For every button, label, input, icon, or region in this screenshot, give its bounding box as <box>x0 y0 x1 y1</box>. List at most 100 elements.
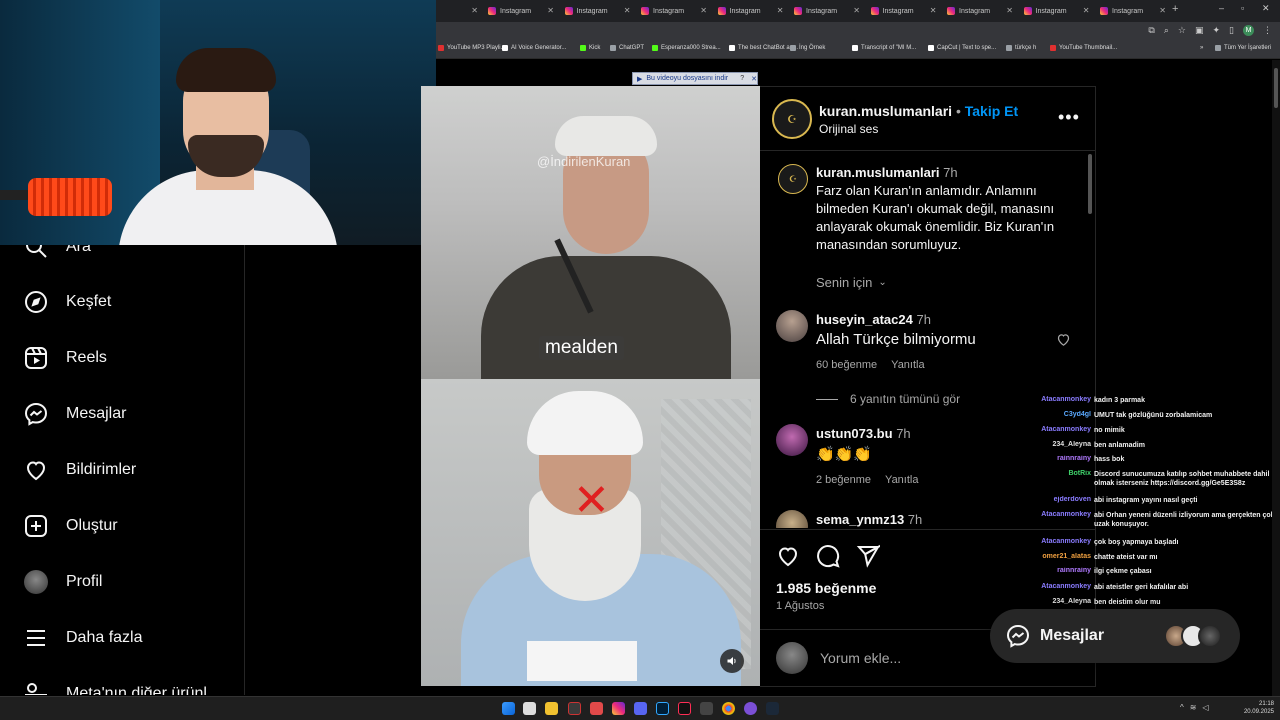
comment-likes[interactable]: 60 beğenme <box>816 359 877 371</box>
install-icon[interactable]: ⧉ <box>1148 25 1154 36</box>
wifi-icon[interactable]: ≋ <box>1190 703 1197 712</box>
reel-video[interactable]: @İndirilenKuran mealden ✕ <box>421 86 760 686</box>
reply-button[interactable]: Yanıtla <box>891 359 924 371</box>
browser-tab[interactable]: Instagram ✕ <box>1018 3 1092 19</box>
commenter-avatar[interactable] <box>776 510 808 528</box>
bookmark-item[interactable]: YouTube MP3 Playli... <box>438 45 506 51</box>
share-icon[interactable] <box>856 544 880 568</box>
post-likes[interactable]: 1.985 beğenme <box>776 580 876 596</box>
bookmark-item[interactable]: CapCut | Text to spe... <box>928 45 996 51</box>
close-window-button[interactable]: ✕ <box>1262 3 1270 14</box>
tiktok-icon[interactable] <box>678 702 691 715</box>
instagram-icon[interactable] <box>612 702 625 715</box>
close-icon[interactable]: ✕ <box>751 75 757 83</box>
close-tab-icon[interactable]: ✕ <box>471 6 478 15</box>
chat-username[interactable]: ejderdoven <box>1028 496 1094 505</box>
scrollbar-thumb[interactable] <box>1274 68 1278 108</box>
close-tab-icon[interactable]: ✕ <box>1159 6 1166 15</box>
comment-username[interactable]: huseyin_atac24 <box>816 312 913 327</box>
browser-tab[interactable]: Instagram ✕ <box>1094 3 1168 19</box>
comment-username[interactable]: ustun073.bu <box>816 426 893 441</box>
chrome-icon[interactable] <box>722 702 735 715</box>
chevron-up-icon[interactable]: ^ <box>1180 703 1184 712</box>
capcut-icon[interactable] <box>700 702 713 715</box>
browser-tab[interactable]: Instagram ✕ <box>482 3 556 19</box>
comment-username[interactable]: sema_ynmz13 <box>816 512 904 527</box>
volume-icon[interactable]: ◁ <box>1202 703 1208 712</box>
chevron-right-icon[interactable]: » <box>1200 45 1203 51</box>
chat-username[interactable]: Atacanmonkey <box>1028 396 1094 405</box>
maximize-button[interactable]: ▫ <box>1241 3 1244 13</box>
chat-username[interactable]: C3yd4gl <box>1028 411 1094 420</box>
caption-username[interactable]: kuran.muslumanlari <box>816 165 940 180</box>
video-download-bar[interactable]: ▶ Bu videoyu dosyasını indir ? ✕ <box>632 72 758 85</box>
star-icon[interactable]: ☆ <box>1178 25 1186 36</box>
chat-username[interactable]: 234_Aleyna <box>1028 598 1094 607</box>
close-tab-icon[interactable]: ✕ <box>624 6 631 15</box>
bookmark-item[interactable]: Esperanza000 Strea... <box>652 45 721 51</box>
app-icon[interactable] <box>744 702 757 715</box>
comment-likes[interactable]: 2 beğenme <box>816 474 871 486</box>
sidebar-item-create[interactable]: Oluştur <box>24 514 118 538</box>
page-scrollbar[interactable] <box>1272 60 1280 696</box>
bookmark-item[interactable]: ChatGPT <box>610 45 644 51</box>
close-tab-icon[interactable]: ✕ <box>700 6 707 15</box>
volume-button[interactable] <box>720 649 744 673</box>
audio-label[interactable]: Orijinal ses <box>819 122 878 136</box>
browser-tab[interactable]: ✕ <box>440 3 480 19</box>
for-you-dropdown[interactable]: Senin için ⌄ <box>816 275 887 290</box>
sidebar-item-messages[interactable]: Mesajlar <box>24 402 126 426</box>
commenter-avatar[interactable] <box>776 424 808 456</box>
bookmark-item[interactable]: The best ChatBot an... <box>729 45 798 51</box>
bookmark-item[interactable]: Transcript of "MI M... <box>852 45 916 51</box>
help-icon[interactable]: ? <box>737 75 747 82</box>
file-explorer-icon[interactable] <box>545 702 558 715</box>
taskbar-clock[interactable]: 21:18 20.09.2025 <box>1238 700 1274 716</box>
close-tab-icon[interactable]: ✕ <box>853 6 860 15</box>
bookmark-item[interactable]: YouTube Thumbnail... <box>1050 45 1117 51</box>
obs-icon[interactable] <box>568 702 581 715</box>
close-tab-icon[interactable]: ✕ <box>777 6 784 15</box>
browser-menu-icon[interactable]: ⋮ <box>1263 25 1272 36</box>
steam-icon[interactable] <box>766 702 779 715</box>
close-tab-icon[interactable]: ✕ <box>1006 6 1013 15</box>
photoshop-icon[interactable] <box>656 702 669 715</box>
browser-tab[interactable]: Instagram ✕ <box>712 3 786 19</box>
profile-avatar[interactable]: M <box>1243 25 1254 36</box>
minimize-button[interactable]: – <box>1219 3 1224 13</box>
chat-username[interactable]: rainnrainy <box>1028 455 1094 464</box>
sidebar-item-meta[interactable]: Meta'nın diğer ürünl <box>24 682 207 695</box>
chat-username[interactable]: Atacanmonkey <box>1028 426 1094 435</box>
comments-scrollbar[interactable] <box>1088 154 1092 214</box>
bookmark-item[interactable]: AI Voice Generator... <box>502 45 566 51</box>
sidebar-item-reels[interactable]: Reels <box>24 346 107 370</box>
like-icon[interactable] <box>776 544 800 568</box>
chat-username[interactable]: BotRix <box>1028 470 1094 488</box>
new-tab-button[interactable]: + <box>1172 3 1178 15</box>
bookmark-item[interactable]: Kick <box>580 45 600 51</box>
close-tab-icon[interactable]: ✕ <box>547 6 554 15</box>
comment-input[interactable]: Yorum ekle... <box>820 650 901 666</box>
chat-username[interactable]: 234_Aleyna <box>1028 441 1094 450</box>
sidebar-item-explore[interactable]: Keşfet <box>24 290 111 314</box>
post-username[interactable]: kuran.muslumanlari <box>819 103 952 119</box>
browser-tab[interactable]: Instagram ✕ <box>865 3 939 19</box>
opera-icon[interactable] <box>590 702 603 715</box>
all-bookmarks[interactable]: Tüm Yer İşaretleri <box>1215 45 1271 51</box>
browser-tab[interactable]: Instagram ✕ <box>941 3 1015 19</box>
messages-pill[interactable]: Mesajlar <box>990 609 1240 663</box>
caption-avatar[interactable]: ☪ <box>778 164 808 194</box>
sidebar-item-more[interactable]: Daha fazla <box>24 626 143 650</box>
zoom-icon[interactable]: ⌕ <box>1164 25 1169 36</box>
extension-icon[interactable]: ▣ <box>1195 25 1204 36</box>
discord-icon[interactable] <box>634 702 647 715</box>
more-options-icon[interactable]: ••• <box>1058 107 1080 128</box>
browser-tab[interactable]: Instagram ✕ <box>635 3 709 19</box>
bookmark-item[interactable]: türkçe h <box>1006 45 1036 51</box>
sidebar-item-profile[interactable]: Profil <box>24 570 102 594</box>
reply-button[interactable]: Yanıtla <box>885 474 918 486</box>
bookmark-item[interactable]: İng Örnek <box>790 45 825 51</box>
chat-username[interactable]: Atacanmonkey <box>1028 538 1094 547</box>
sidepanel-icon[interactable]: ▯ <box>1229 25 1234 36</box>
account-avatar[interactable]: ☪ <box>772 99 812 139</box>
